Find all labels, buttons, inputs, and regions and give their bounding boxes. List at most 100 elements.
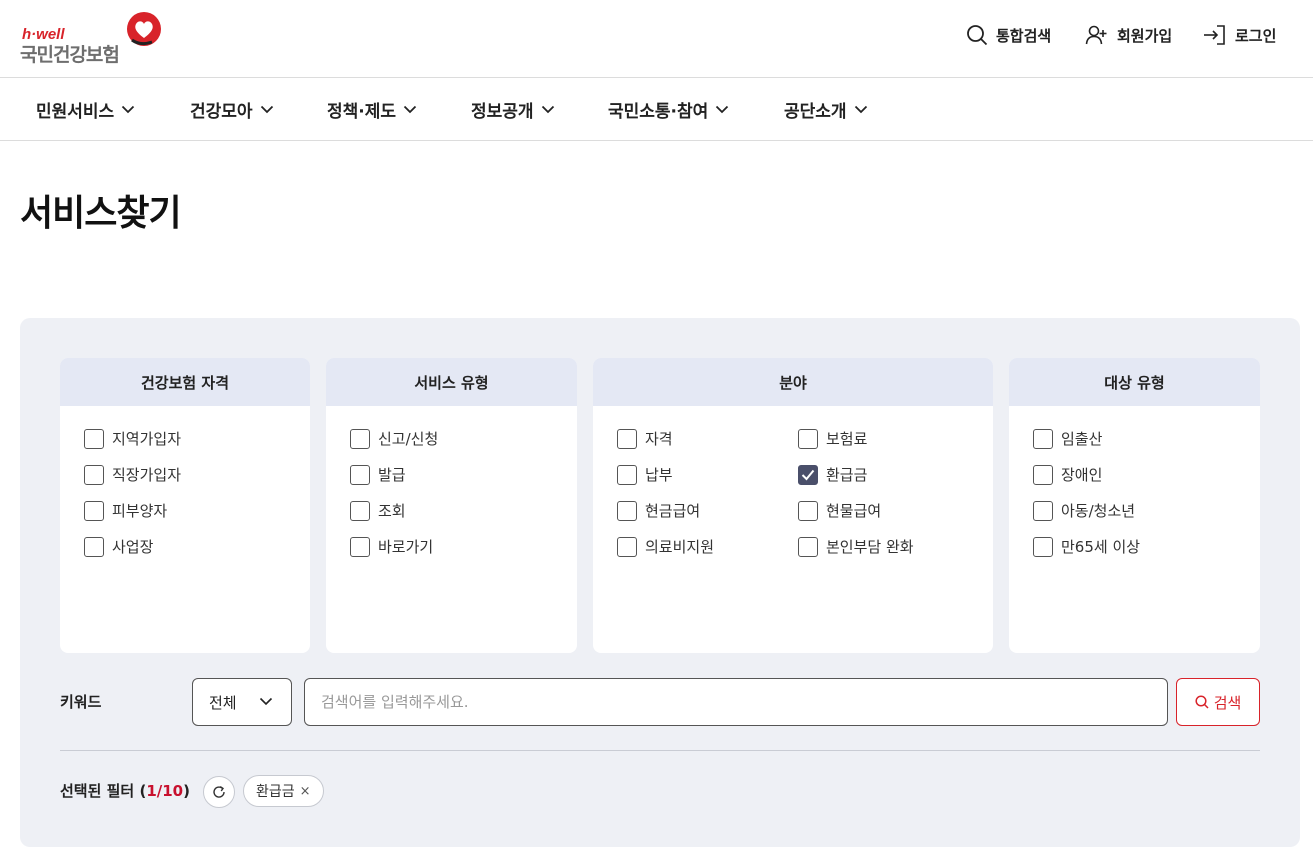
checkbox-insurance-premium[interactable]: 보험료	[798, 428, 867, 449]
checkbox-label: 만65세 이상	[1061, 538, 1141, 556]
nav-item-label: 국민소통·참여	[608, 101, 709, 122]
join-label: 회원가입	[1117, 26, 1173, 45]
checkmark-icon	[801, 469, 815, 480]
keyword-scope-select[interactable]: 전체	[192, 678, 292, 726]
checkbox-label: 현금급여	[645, 502, 701, 520]
search-icon	[967, 25, 988, 46]
checkbox-report-apply[interactable]: 신고/신청	[350, 428, 438, 449]
integrated-search-label: 통합검색	[996, 26, 1052, 45]
checkbox-dependent[interactable]: 피부양자	[84, 500, 167, 521]
checkbox-child-youth[interactable]: 아동/청소년	[1033, 500, 1135, 521]
checkbox-refund[interactable]: 환급금	[798, 464, 867, 485]
checkbox-box[interactable]	[798, 464, 818, 485]
site-header: h·well 국민건강보험 통합검색 회원가입 로그인	[0, 0, 1313, 78]
join-link[interactable]: 회원가입	[1085, 22, 1172, 48]
checkbox-label: 본인부담 완화	[826, 538, 914, 556]
checkbox-label: 피부양자	[112, 502, 168, 520]
checkbox-box[interactable]	[350, 500, 370, 521]
checkbox-label: 조회	[378, 502, 406, 520]
checkbox-medical-support[interactable]: 의료비지원	[617, 536, 714, 557]
nav-item-label: 공단소개	[784, 101, 847, 122]
checkbox-box[interactable]	[84, 428, 104, 449]
nav-item-communication[interactable]: 국민소통·참여	[608, 78, 729, 140]
checkbox-in-kind-benefit[interactable]: 현물급여	[798, 500, 881, 521]
integrated-search-link[interactable]: 통합검색	[966, 22, 1051, 48]
selected-filters-count: 1/10	[146, 782, 184, 800]
checkbox-issue[interactable]: 발급	[350, 464, 406, 485]
checkbox-disabled[interactable]: 장애인	[1033, 464, 1102, 485]
filter-card-title: 서비스 유형	[326, 358, 577, 406]
refresh-icon	[213, 786, 225, 798]
nav-item-civil-service[interactable]: 민원서비스	[36, 78, 135, 140]
nav-item-disclosure[interactable]: 정보공개	[471, 78, 555, 140]
heart-logo-icon	[127, 12, 161, 46]
chevron-down-icon	[259, 697, 273, 706]
nav-item-policy[interactable]: 정책·제도	[327, 78, 417, 140]
filter-card-target-type: 대상 유형 임출산 장애인 아동/청소년 만65세 이상	[1009, 358, 1260, 653]
checkbox-label: 직장가입자	[112, 466, 182, 484]
login-link[interactable]: 로그인	[1203, 22, 1276, 48]
page-title: 서비스찾기	[20, 193, 182, 234]
filter-card-service-type: 서비스 유형 신고/신청 발급 조회 바로가기	[326, 358, 577, 653]
divider	[60, 750, 1260, 751]
checkbox-box[interactable]	[798, 500, 818, 521]
checkbox-inquiry[interactable]: 조회	[350, 500, 406, 521]
checkbox-label: 바로가기	[378, 538, 434, 556]
filter-card-field: 분야 자격 보험료 납부 환급금 현금급여 현물급여 의료비지원 본인부담 완화	[593, 358, 993, 653]
checkbox-box[interactable]	[617, 464, 637, 485]
chevron-down-icon	[854, 105, 867, 113]
checkbox-box[interactable]	[350, 536, 370, 557]
checkbox-pregnancy-birth[interactable]: 임출산	[1033, 428, 1102, 449]
filter-card-title: 대상 유형	[1009, 358, 1260, 406]
checkbox-box[interactable]	[1033, 428, 1053, 449]
nav-item-about[interactable]: 공단소개	[784, 78, 868, 140]
reset-filters-button[interactable]	[203, 776, 235, 808]
checkbox-box[interactable]	[84, 464, 104, 485]
checkbox-box[interactable]	[617, 500, 637, 521]
keyword-search-input[interactable]	[304, 678, 1168, 726]
checkbox-label: 신고/신청	[378, 430, 439, 448]
checkbox-box[interactable]	[617, 428, 637, 449]
checkbox-cash-benefit[interactable]: 현금급여	[617, 500, 700, 521]
filter-card-eligibility: 건강보험 자격 지역가입자 직장가입자 피부양자 사업장	[60, 358, 310, 653]
checkbox-label: 납부	[645, 466, 673, 484]
keyword-label: 키워드	[60, 693, 102, 711]
selected-filter-chip[interactable]: 환급금 ×	[243, 775, 324, 807]
nhis-logo[interactable]: h·well 국민건강보험	[20, 12, 170, 66]
checkbox-box[interactable]	[84, 536, 104, 557]
checkbox-workplace[interactable]: 사업장	[84, 536, 153, 557]
login-icon	[1204, 25, 1225, 45]
search-button[interactable]: 검색	[1176, 678, 1260, 726]
checkbox-senior[interactable]: 만65세 이상	[1033, 536, 1140, 557]
close-icon[interactable]: ×	[300, 784, 311, 799]
checkbox-label: 보험료	[826, 430, 868, 448]
checkbox-box[interactable]	[350, 464, 370, 485]
checkbox-label: 임출산	[1061, 430, 1103, 448]
selected-filters-label: 선택된 필터 (1/10)	[60, 782, 190, 800]
checkbox-shortcut[interactable]: 바로가기	[350, 536, 433, 557]
checkbox-workplace-subscriber[interactable]: 직장가입자	[84, 464, 181, 485]
checkbox-box[interactable]	[1033, 500, 1053, 521]
checkbox-box[interactable]	[1033, 536, 1053, 557]
checkbox-box[interactable]	[84, 500, 104, 521]
checkbox-box[interactable]	[617, 536, 637, 557]
chevron-down-icon	[122, 105, 135, 113]
checkbox-label: 환급금	[826, 466, 868, 484]
nav-item-label: 정책·제도	[327, 101, 397, 122]
nav-item-health-moa[interactable]: 건강모아	[190, 78, 274, 140]
checkbox-label: 장애인	[1061, 466, 1103, 484]
checkbox-copay-relief[interactable]: 본인부담 완화	[798, 536, 914, 557]
checkbox-qualification[interactable]: 자격	[617, 428, 673, 449]
chevron-down-icon	[260, 105, 273, 113]
checkbox-box[interactable]	[350, 428, 370, 449]
checkbox-regional-subscriber[interactable]: 지역가입자	[84, 428, 181, 449]
chevron-down-icon	[403, 105, 417, 113]
nav-item-label: 정보공개	[471, 101, 534, 122]
checkbox-box[interactable]	[798, 536, 818, 557]
search-button-label: 검색	[1213, 693, 1242, 712]
checkbox-payment[interactable]: 납부	[617, 464, 673, 485]
checkbox-box[interactable]	[798, 428, 818, 449]
chevron-down-icon	[716, 105, 729, 113]
checkbox-box[interactable]	[1033, 464, 1053, 485]
chevron-down-icon	[541, 105, 554, 113]
